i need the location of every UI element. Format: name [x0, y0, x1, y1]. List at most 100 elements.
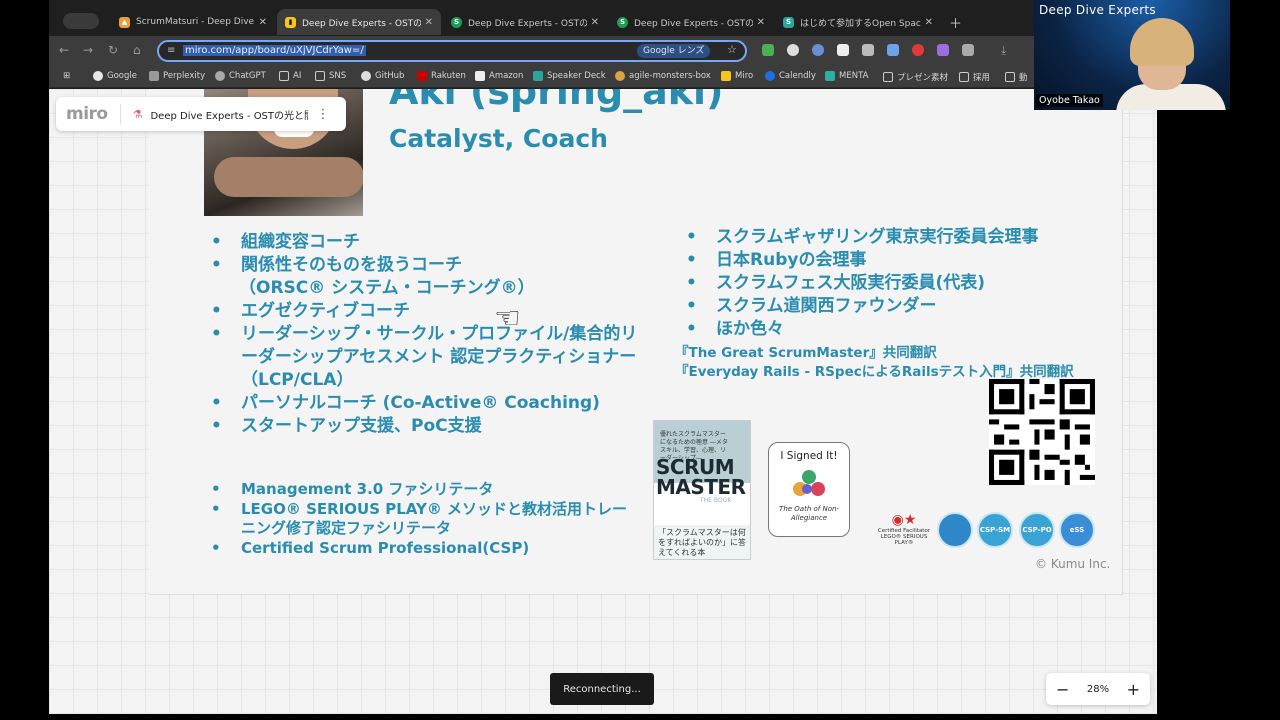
extension-icon-blue[interactable]: [812, 44, 824, 56]
speaker-deck-icon: [533, 71, 543, 81]
bookmarks-bar: ⊞ Google Perplexity ChatGPT AI SNS GitHu…: [49, 66, 1157, 88]
reconnecting-toast: Reconnecting...: [550, 673, 654, 705]
list-item: 関係性そのものを扱うコーチ（ORSC® システム・コーチング®）: [211, 254, 641, 300]
close-tab-icon[interactable]: ✕: [591, 17, 599, 28]
list-item: Management 3.0 ファシリテータ: [211, 480, 641, 500]
board-name[interactable]: Deep Dive Experts - OSTの光と闇 -: [150, 107, 308, 122]
menta-icon: [825, 71, 835, 81]
extension-icon-link[interactable]: [887, 44, 899, 56]
bookmark-folder-present[interactable]: プレゼン素材: [883, 71, 948, 83]
bookmark-folder-video[interactable]: 動: [1005, 71, 1028, 83]
extension-icon-purple[interactable]: [937, 44, 949, 56]
agile-monsters-icon: [615, 71, 625, 81]
zoom-level[interactable]: 28%: [1087, 684, 1109, 695]
new-tab-icon[interactable]: ＋: [949, 13, 962, 32]
bookmark-rakuten[interactable]: Rakuten: [417, 71, 466, 81]
zoom-in-button[interactable]: +: [1127, 680, 1140, 699]
folder-icon: [883, 72, 893, 82]
close-tab-icon[interactable]: ✕: [925, 17, 933, 28]
extensions-puzzle-icon[interactable]: [962, 44, 974, 56]
divider: [119, 104, 121, 124]
tab-deep-dive-2[interactable]: S Deep Dive Experts - OSTの光 ✕: [443, 9, 607, 35]
scrum-master-book-cover: 優れたスクラムマスターになるための極意 ―メタスキル、学習、心理、リーダーシップ…: [653, 420, 751, 560]
bookmark-speaker-deck[interactable]: Speaker Deck: [533, 71, 606, 81]
close-tab-icon[interactable]: ✕: [425, 17, 433, 28]
tab-deep-dive-active[interactable]: ▮ Deep Dive Experts - OSTの光 ✕: [277, 9, 441, 35]
list-item: LEGO® SERIOUS PLAY® メソッドと教材活用トレーニング修了認定フ…: [211, 500, 641, 539]
bookmark-google[interactable]: Google: [93, 71, 137, 81]
bookmark-menta[interactable]: MENTA: [825, 71, 868, 81]
tab-deep-dive-3[interactable]: S Deep Dive Experts - OSTの光 ✕: [609, 9, 773, 35]
extension-icon-s[interactable]: [862, 44, 874, 56]
bookmark-folder-sns[interactable]: SNS: [315, 71, 346, 81]
list-item: スクラム道関西ファウンダー: [686, 295, 1116, 318]
s3-icon: S: [783, 16, 794, 28]
url-text[interactable]: miro.com/app/board/uXjVJCdrYaw=/: [183, 45, 366, 56]
translation-note: 『Everyday Rails - RSpecによるRailsテスト入門』共同翻…: [675, 364, 1074, 380]
bookmark-chatgpt[interactable]: ChatGPT: [215, 71, 266, 81]
back-icon[interactable]: ←: [59, 43, 69, 57]
webcam-overlay: Deep Dive Experts Oyobe Takao: [1034, 0, 1230, 110]
profile-slide[interactable]: Aki (spring_aki) Catalyst, Coach 組織変容コーチ…: [149, 89, 1123, 595]
close-tab-icon[interactable]: ✕: [259, 17, 267, 28]
google-lens-button[interactable]: Google レンズ: [637, 44, 711, 58]
qr-code-icon: [989, 379, 1095, 485]
miro-icon: [721, 71, 731, 81]
apps-grid-icon[interactable]: ⊞: [63, 71, 70, 81]
bookmark-star-icon[interactable]: ☆: [727, 43, 737, 56]
reload-icon[interactable]: ↻: [108, 43, 118, 57]
address-bar[interactable]: ≡ miro.com/app/board/uXjVJCdrYaw=/ Googl…: [157, 40, 747, 62]
extension-icon-red[interactable]: [912, 44, 924, 56]
extension-icon-gray[interactable]: [787, 44, 799, 56]
calendly-icon: [765, 71, 775, 81]
extension-icon-grid[interactable]: [837, 44, 849, 56]
person-hair: [1130, 18, 1194, 66]
folder-icon: [959, 72, 969, 82]
list-item: 日本Rubyの会理事: [686, 249, 1116, 272]
profile-name: Aki (spring_aki): [389, 89, 724, 113]
bookmark-amazon[interactable]: Amazon: [475, 71, 523, 81]
download-icon[interactable]: ⤓: [1001, 43, 1006, 58]
connpass-s-icon: S: [617, 16, 628, 28]
bookmark-github[interactable]: GitHub: [361, 71, 404, 81]
miro-board-canvas[interactable]: Aki (spring_aki) Catalyst, Coach 組織変容コーチ…: [49, 89, 1157, 714]
list-item: スタートアップ支援、PoC支援: [211, 415, 641, 438]
bookmark-folder-ai[interactable]: AI: [279, 71, 301, 81]
certification-list: Management 3.0 ファシリテータ LEGO® SERIOUS PLA…: [211, 480, 641, 558]
coaching-list: 組織変容コーチ 関係性そのものを扱うコーチ（ORSC® システム・コーチング®）…: [211, 231, 641, 438]
list-item: リーダーシップ・サークル・プロファイル/集合的リーダーシップアセスメント 認定プ…: [211, 323, 641, 392]
tab-scrummatsuri[interactable]: ▲ ScrumMatsuri - Deep Dive Ex ✕: [111, 9, 275, 35]
miro-board-icon: ▮: [285, 16, 296, 28]
tab-open-space[interactable]: S はじめて参加するOpen Space ✕: [775, 9, 941, 35]
more-options-icon[interactable]: ⋮: [316, 107, 329, 122]
close-tab-icon[interactable]: ✕: [757, 17, 765, 28]
forward-icon[interactable]: →: [83, 43, 93, 57]
participant-name: Oyobe Takao: [1036, 94, 1103, 107]
zoom-out-button[interactable]: −: [1056, 680, 1069, 699]
home-icon[interactable]: ⌂: [133, 43, 141, 57]
folder-icon: [315, 71, 325, 81]
amazon-icon: [475, 71, 485, 81]
miro-logo[interactable]: miro: [66, 104, 108, 124]
copyright-text: © Kumu Inc.: [1035, 557, 1111, 571]
bookmark-folder-recruit[interactable]: 採用: [959, 71, 990, 83]
bookmark-calendly[interactable]: Calendly: [765, 71, 816, 81]
lsp-facilitator-logo: ◉★ Certified Facilitator LEGO® SERIOUS P…: [875, 512, 933, 548]
tab-group-collapsed[interactable]: [63, 13, 99, 29]
bookmark-perplexity[interactable]: Perplexity: [149, 71, 205, 81]
profile-role: Catalyst, Coach: [389, 124, 608, 153]
extension-icon-green[interactable]: [762, 44, 774, 56]
folder-icon: [1005, 72, 1015, 82]
hands-shape: [214, 157, 363, 197]
tab-strip: ▲ ScrumMatsuri - Deep Dive Ex ✕ ▮ Deep D…: [49, 9, 1157, 35]
bookmark-agile-monsters[interactable]: agile-monsters-box: [615, 71, 711, 81]
google-icon: [93, 71, 103, 81]
hand-cursor-icon: ☜: [494, 301, 521, 336]
rakuten-icon: [417, 71, 427, 81]
csp-po-badge: CSP-PO: [1019, 512, 1055, 548]
bookmark-miro[interactable]: Miro: [721, 71, 753, 81]
list-item: 組織変容コーチ: [211, 231, 641, 254]
site-info-icon[interactable]: ≡: [167, 45, 175, 56]
list-item: ほか色々: [686, 318, 1116, 341]
certification-badge-icon: [937, 512, 973, 548]
